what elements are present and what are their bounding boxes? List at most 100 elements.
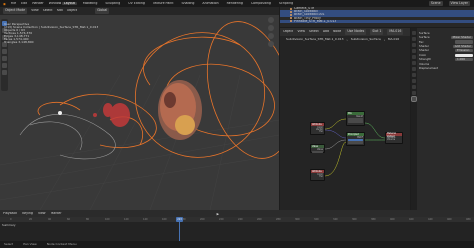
output-label: Fac [319, 130, 323, 134]
floor-grid [0, 74, 279, 210]
frame-tick: 40 [48, 217, 52, 221]
node-output[interactable]: Fac [311, 175, 324, 179]
timeline-menu-marker[interactable]: Marker [51, 212, 62, 215]
transform-tool-icon[interactable] [2, 56, 7, 61]
viewport-menu-view[interactable]: View [31, 9, 39, 12]
frame-tick: 380 [371, 217, 376, 221]
outliner: Camera_STR Brain_Glowball Brain_Glowball… [280, 7, 474, 27]
shader-node-editor[interactable]: Object View Select Add Node Use Nodes Sl… [280, 28, 410, 210]
viewport-menu-add[interactable]: Add [57, 9, 63, 12]
material-properties: Surface Surface Mixer Shader Fac Shader … [419, 31, 473, 71]
zoom-icon[interactable] [268, 17, 274, 23]
transform-orientation[interactable]: Global [95, 8, 110, 14]
node-output[interactable]: Fac [311, 130, 324, 134]
workspace-tabs: Layout Modeling Sculpting UV Editing Tex… [62, 0, 295, 7]
tab-sculpting[interactable]: Sculpting [103, 2, 122, 5]
tab-scripting[interactable]: Scripting [277, 2, 295, 5]
displacement-panel[interactable]: Displacement [419, 66, 473, 70]
shader2-label: Shader [419, 49, 429, 53]
timeline[interactable]: Playback Keying View Marker ▶ 0 20 40 60 80 1… [0, 210, 474, 241]
status-bar: Select Pan View Node Context Menu [0, 241, 474, 248]
tab-animation[interactable]: Animation [200, 2, 220, 5]
color-field[interactable] [348, 141, 363, 144]
tab-modeling[interactable]: Modeling [81, 2, 100, 5]
menu-file[interactable]: File [11, 2, 16, 5]
3d-viewport[interactable]: Object Mode View Select Add Object Globa… [0, 7, 279, 210]
frame-tick: 480 [466, 217, 471, 221]
playhead[interactable]: 213 [176, 217, 183, 222]
play-button[interactable]: ▶ [217, 212, 219, 216]
modifier-tab-icon[interactable] [412, 67, 416, 71]
viewport-menu-select[interactable]: Select [43, 9, 53, 12]
outliner-item[interactable]: Pinnacle_STR_Mat.1_0.013 [280, 19, 474, 23]
tab-texture-paint[interactable]: Texture Paint [151, 2, 176, 5]
output-label: Value [316, 147, 323, 151]
timeline-menu-view[interactable]: View [38, 212, 46, 215]
strength-field[interactable]: 1.000 [455, 57, 473, 62]
data-tab-icon[interactable] [412, 91, 416, 95]
tab-uv-editing[interactable]: UV Editing [126, 2, 147, 5]
mode-selector[interactable]: Object Mode [3, 8, 28, 14]
annotate-tool-icon[interactable] [2, 63, 7, 68]
tool-tab-icon[interactable] [412, 31, 416, 35]
frame-tick: 440 [428, 217, 433, 221]
shader2-field[interactable]: Emission [455, 49, 473, 53]
color-swatch[interactable] [455, 53, 473, 57]
node-principled[interactable]: Principled BSDF [346, 132, 365, 146]
pan-icon[interactable] [268, 25, 274, 31]
frame-tick: 60 [67, 217, 71, 221]
constraints-tab-icon[interactable] [412, 85, 416, 89]
navigation-gizmo [266, 17, 276, 47]
tab-compositing[interactable]: Compositing [249, 2, 273, 5]
timeline-header: Playback Keying View Marker ▶ [0, 210, 474, 217]
fac-field[interactable] [348, 120, 363, 123]
shader1-label: Shader [419, 44, 429, 48]
tab-layout[interactable]: Layout [62, 1, 77, 6]
node-input[interactable]: Volume [386, 138, 402, 141]
tab-shading[interactable]: Shading [179, 2, 196, 5]
frame-tick: 320 [314, 217, 319, 221]
node-value[interactable]: Value Value [310, 144, 325, 153]
frame-tick: 400 [390, 217, 395, 221]
viewport-menu-object[interactable]: Object [67, 9, 77, 12]
node-attribute-1[interactable]: Attribute Color Vector Fac [310, 122, 325, 135]
node-material-output[interactable]: Material Output Surface Volume [385, 132, 403, 144]
frame-tick: 100 [105, 217, 110, 221]
menu-edit[interactable]: Edit [21, 2, 27, 5]
material-tab-icon[interactable] [411, 96, 417, 102]
render-tab-icon[interactable] [412, 37, 416, 41]
top-bar: ◉ File Edit Render Window Help Layout Mo… [0, 0, 474, 7]
object-tab-icon[interactable] [412, 61, 416, 65]
perspective-toggle-icon[interactable] [268, 41, 274, 47]
value-field[interactable] [312, 150, 323, 153]
output-label: Result [356, 114, 363, 118]
tab-rendering[interactable]: Rendering [225, 2, 245, 5]
blender-logo-icon[interactable]: ◉ [3, 2, 6, 6]
surface-shader-field[interactable]: Mixer Shader [450, 35, 473, 40]
node-mix[interactable]: Mix Result [346, 111, 365, 126]
view-layer-selector[interactable]: View Layer [448, 0, 470, 7]
frame-ruler[interactable]: 0 20 40 60 80 100 120 140 160 180 200 220 240 260 280 3… [0, 217, 474, 222]
node-attribute-2[interactable]: Attribute Color Fac [310, 169, 325, 181]
fac-field[interactable] [455, 40, 473, 44]
menu-window[interactable]: Window [49, 2, 62, 5]
world-tab-icon[interactable] [412, 55, 416, 59]
timeline-menu-playback[interactable]: Playback [3, 212, 17, 215]
camera-view-icon[interactable] [268, 33, 274, 39]
output-tab-icon[interactable] [412, 43, 416, 47]
properties-editor: Surface Surface Mixer Shader Fac Shader … [411, 28, 474, 210]
dopesheet-summary[interactable]: Summary [2, 224, 16, 227]
physics-tab-icon[interactable] [412, 79, 416, 83]
status-hint-pan: Pan View [23, 243, 37, 246]
frame-tick: 300 [295, 217, 300, 221]
timeline-menu-keying[interactable]: Keying [22, 212, 33, 215]
volume-label: Volume [419, 62, 430, 66]
menu-render[interactable]: Render [32, 2, 43, 5]
output-label: Fac [319, 175, 323, 179]
shader1-field[interactable]: Add Shader [452, 44, 473, 49]
measure-tool-icon[interactable] [2, 70, 7, 75]
scale-tool-icon[interactable] [2, 49, 7, 54]
particles-tab-icon[interactable] [412, 73, 416, 77]
scene-tab-icon[interactable] [412, 49, 416, 53]
scene-selector[interactable]: Scene [428, 0, 443, 7]
